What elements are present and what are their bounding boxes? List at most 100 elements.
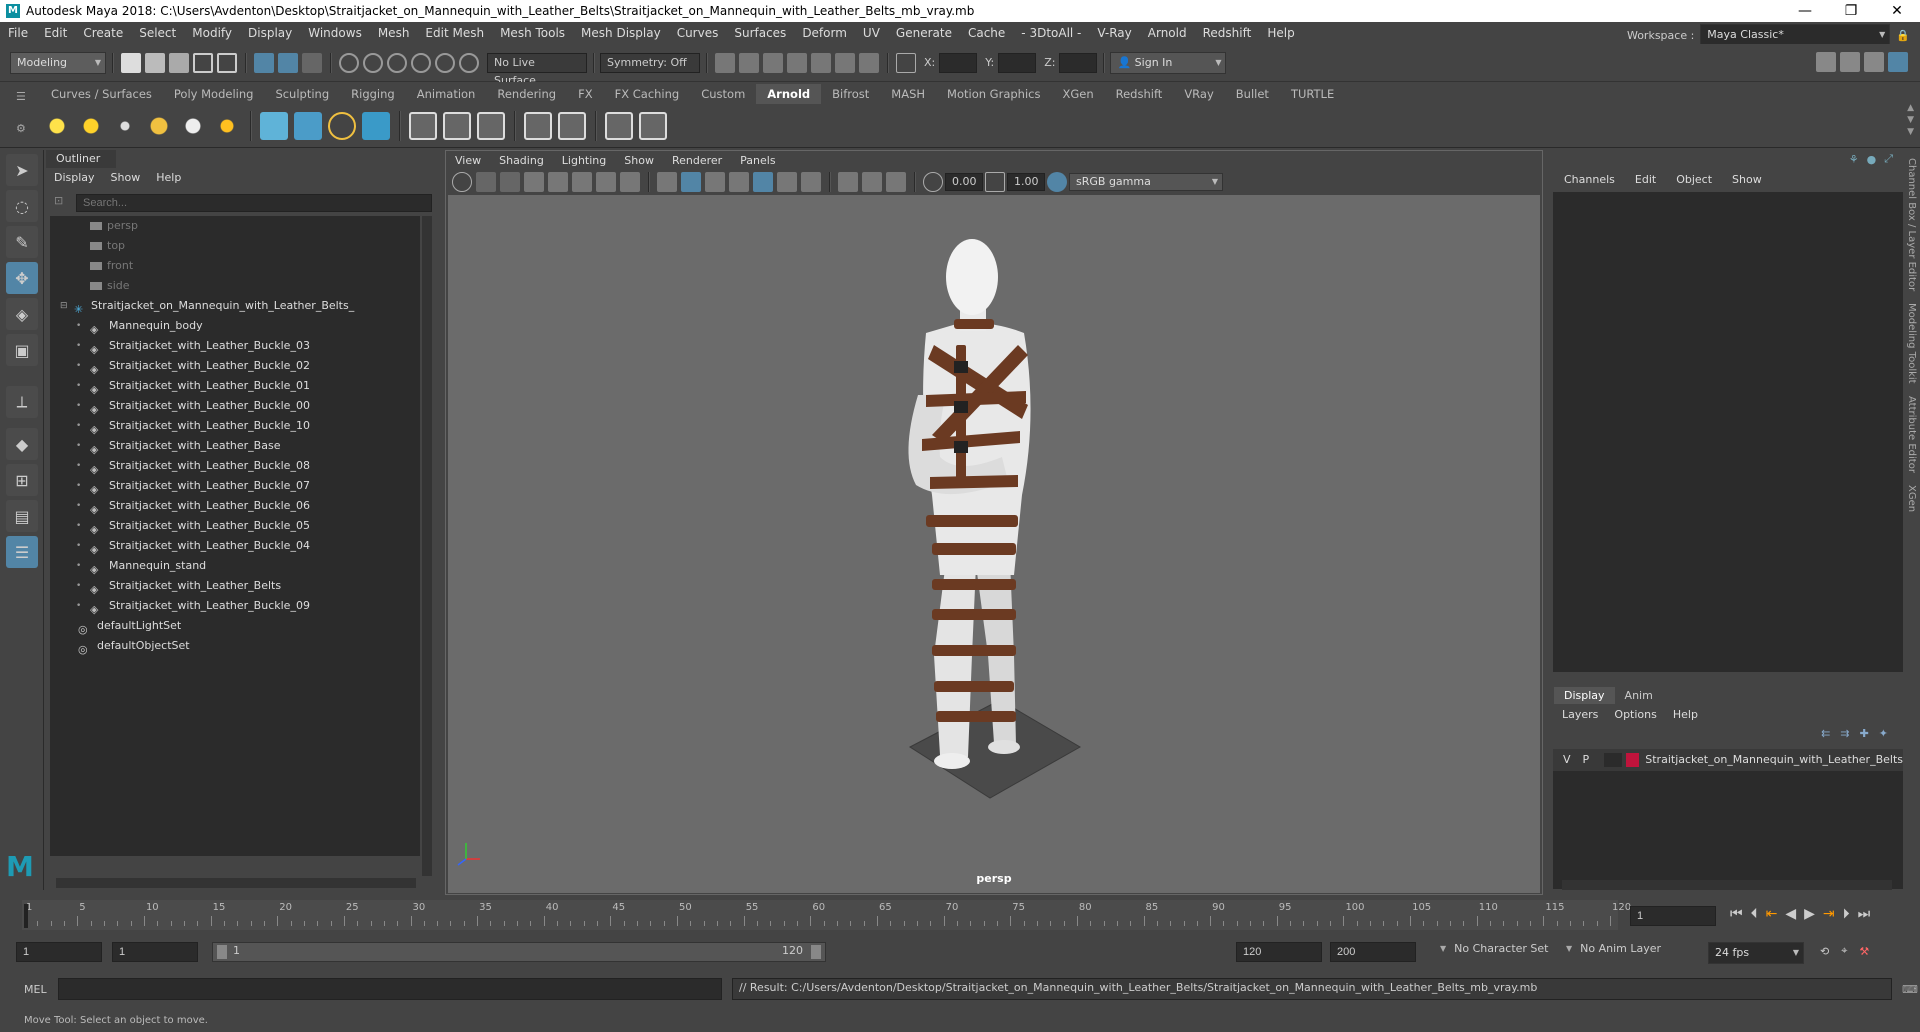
animation-start-field[interactable] [16, 942, 102, 962]
outliner-item[interactable]: ◎ defaultLightSet [50, 616, 420, 636]
z-field[interactable] [1059, 52, 1098, 73]
new-scene-icon[interactable] [121, 52, 141, 73]
menu-v-ray[interactable]: V-Ray [1089, 22, 1139, 44]
select-camera-icon[interactable] [452, 172, 472, 192]
side-tab-channel-box-layer-editor[interactable]: Channel Box / Layer Editor [1906, 158, 1917, 291]
outliner-menu-display[interactable]: Display [46, 168, 103, 188]
wireframe-on-shaded-icon[interactable] [705, 172, 725, 192]
play-forwards-icon[interactable]: ▶ [1804, 906, 1815, 922]
shelf-tab-motion-graphics[interactable]: Motion Graphics [936, 84, 1051, 104]
shelf-tab-poly-modeling[interactable]: Poly Modeling [163, 84, 265, 104]
side-tab-xgen[interactable]: XGen [1906, 485, 1917, 512]
save-scene-icon[interactable] [169, 52, 189, 73]
outliner-item[interactable]: • ◈ Straitjacket_with_Leather_Buckle_09 [50, 596, 420, 616]
menu-edit-mesh[interactable]: Edit Mesh [417, 22, 492, 44]
shelf-tab-custom[interactable]: Custom [690, 84, 756, 104]
gamma-field[interactable]: 1.00 [1007, 173, 1045, 191]
viewport-menu-shading[interactable]: Shading [490, 151, 553, 171]
layer-row[interactable]: V P Straitjacket_on_Mannequin_with_Leath… [1553, 749, 1903, 771]
layer-color-swatch[interactable] [1625, 753, 1640, 767]
attribute-toggle-icon[interactable]: ⤢ [1884, 152, 1893, 166]
shelf-tab-curves-surfaces[interactable]: Curves / Surfaces [40, 84, 163, 104]
step-back-icon[interactable]: ⏴ [1751, 906, 1758, 922]
shelf-tab-bullet[interactable]: Bullet [1225, 84, 1280, 104]
render-current-icon[interactable] [739, 52, 759, 73]
render-setup-icon[interactable] [835, 52, 855, 73]
menu-redshift[interactable]: Redshift [1195, 22, 1260, 44]
outliner-item[interactable]: • ◈ Straitjacket_with_Leather_Buckle_04 [50, 536, 420, 556]
view-transform-dropdown[interactable]: sRGB gamma [1069, 173, 1223, 191]
outliner-menu-show[interactable]: Show [103, 168, 149, 188]
viewport-menu-panels[interactable]: Panels [731, 151, 784, 171]
range-end-handle[interactable] [811, 945, 821, 959]
arnold-shader-icon[interactable] [558, 112, 586, 140]
outliner-item[interactable]: • ◈ Straitjacket_with_Leather_Buckle_02 [50, 356, 420, 376]
exposure-icon[interactable] [923, 172, 943, 192]
channel-box-menu-edit[interactable]: Edit [1625, 168, 1666, 192]
redo-icon[interactable] [217, 52, 237, 73]
viewport-canvas[interactable]: persp [448, 195, 1540, 893]
shelf-tab-rendering[interactable]: Rendering [486, 84, 567, 104]
outliner-item[interactable]: • ◈ Straitjacket_with_Leather_Buckle_06 [50, 496, 420, 516]
auto-key-icon[interactable]: ⌖ [1841, 944, 1847, 958]
xray-icon[interactable] [862, 172, 882, 192]
shelf-tab-vray[interactable]: VRay [1173, 84, 1224, 104]
shelf-scroll[interactable]: ▲ ▼ ▼ [1907, 102, 1914, 138]
arnold-license-icon[interactable] [477, 112, 505, 140]
standin-icon[interactable] [260, 112, 288, 140]
select-by-hierarchy-icon[interactable] [254, 52, 274, 73]
time-ruler[interactable]: 1 5 10 15 20 25 30 35 40 45 50 55 60 65 70 75 80 85 90 95 10… [22, 900, 1631, 930]
arnold-flush-icon[interactable] [409, 112, 437, 140]
tool-settings-icon[interactable] [1864, 52, 1884, 72]
menu-mesh-tools[interactable]: Mesh Tools [492, 22, 573, 44]
side-tab-attribute-editor[interactable]: Attribute Editor [1906, 396, 1917, 473]
outliner-item[interactable]: ⊟ ✳ Straitjacket_on_Mannequin_with_Leather… [50, 296, 420, 316]
go-to-end-icon[interactable]: ⏭ [1858, 906, 1871, 922]
shelf-tab-xgen[interactable]: XGen [1051, 84, 1104, 104]
current-frame-field[interactable] [1630, 906, 1716, 926]
menu-3dtoall[interactable]: - 3DtoAll - [1013, 22, 1089, 44]
playback-end-field[interactable] [1236, 942, 1322, 962]
xray-joints-icon[interactable] [886, 172, 906, 192]
shelf-menu-icon[interactable]: ☰ [16, 90, 26, 103]
skydome-light-icon[interactable] [145, 112, 173, 140]
export-standin-icon[interactable] [294, 112, 322, 140]
menu-arnold[interactable]: Arnold [1140, 22, 1195, 44]
menu-generate[interactable]: Generate [888, 22, 960, 44]
select-tool-icon[interactable]: ➤ [6, 154, 38, 186]
sign-in-button[interactable]: 👤 Sign In [1110, 51, 1227, 74]
menu-file[interactable]: File [0, 22, 36, 44]
snap-live-icon[interactable] [435, 52, 455, 73]
scale-tool-icon[interactable]: ▣ [6, 334, 38, 366]
symmetry-dropdown[interactable]: Symmetry: Off [600, 52, 700, 73]
step-forward-key-icon[interactable]: ⇥ [1823, 906, 1835, 922]
move-layer-up-icon[interactable]: ⇇ [1821, 727, 1830, 740]
maximize-button[interactable]: ❐ [1828, 0, 1874, 22]
channel-box-icon[interactable] [1888, 52, 1908, 72]
viewport-menu-view[interactable]: View [446, 151, 490, 171]
outliner-item[interactable]: ◎ defaultObjectSet [50, 636, 420, 656]
shelf-tab-rigging[interactable]: Rigging [340, 84, 406, 104]
outliner-item[interactable]: side [50, 276, 420, 296]
new-layer-from-selected-icon[interactable]: ✦ [1879, 727, 1888, 740]
outliner-item[interactable]: • ◈ Straitjacket_with_Leather_Belts [50, 576, 420, 596]
arnold-render-view-icon[interactable] [605, 112, 633, 140]
menu-surfaces[interactable]: Surfaces [726, 22, 794, 44]
mesh-light-icon[interactable] [77, 112, 105, 140]
live-surface-field[interactable]: No Live Surface [487, 52, 587, 87]
snap-grid-icon[interactable] [339, 52, 359, 73]
animation-end-field[interactable] [1330, 942, 1416, 962]
layer-tab-anim[interactable]: Anim [1615, 687, 1663, 704]
persp-outliner-layout-icon[interactable]: ▤ [6, 500, 38, 532]
outliner-item[interactable]: • ◈ Straitjacket_with_Leather_Buckle_03 [50, 336, 420, 356]
smooth-shade-icon[interactable] [681, 172, 701, 192]
menu-windows[interactable]: Windows [300, 22, 370, 44]
arnold-material-icon[interactable] [524, 112, 552, 140]
shelf-tab-redshift[interactable]: Redshift [1105, 84, 1174, 104]
snap-curve-icon[interactable] [363, 52, 383, 73]
hypershade-icon[interactable] [811, 52, 831, 73]
undo-icon[interactable] [193, 52, 213, 73]
outliner-item[interactable]: • ◈ Straitjacket_with_Leather_Buckle_07 [50, 476, 420, 496]
outliner-item[interactable]: • ◈ Straitjacket_with_Leather_Buckle_00 [50, 396, 420, 416]
outliner-menu-help[interactable]: Help [148, 168, 189, 188]
